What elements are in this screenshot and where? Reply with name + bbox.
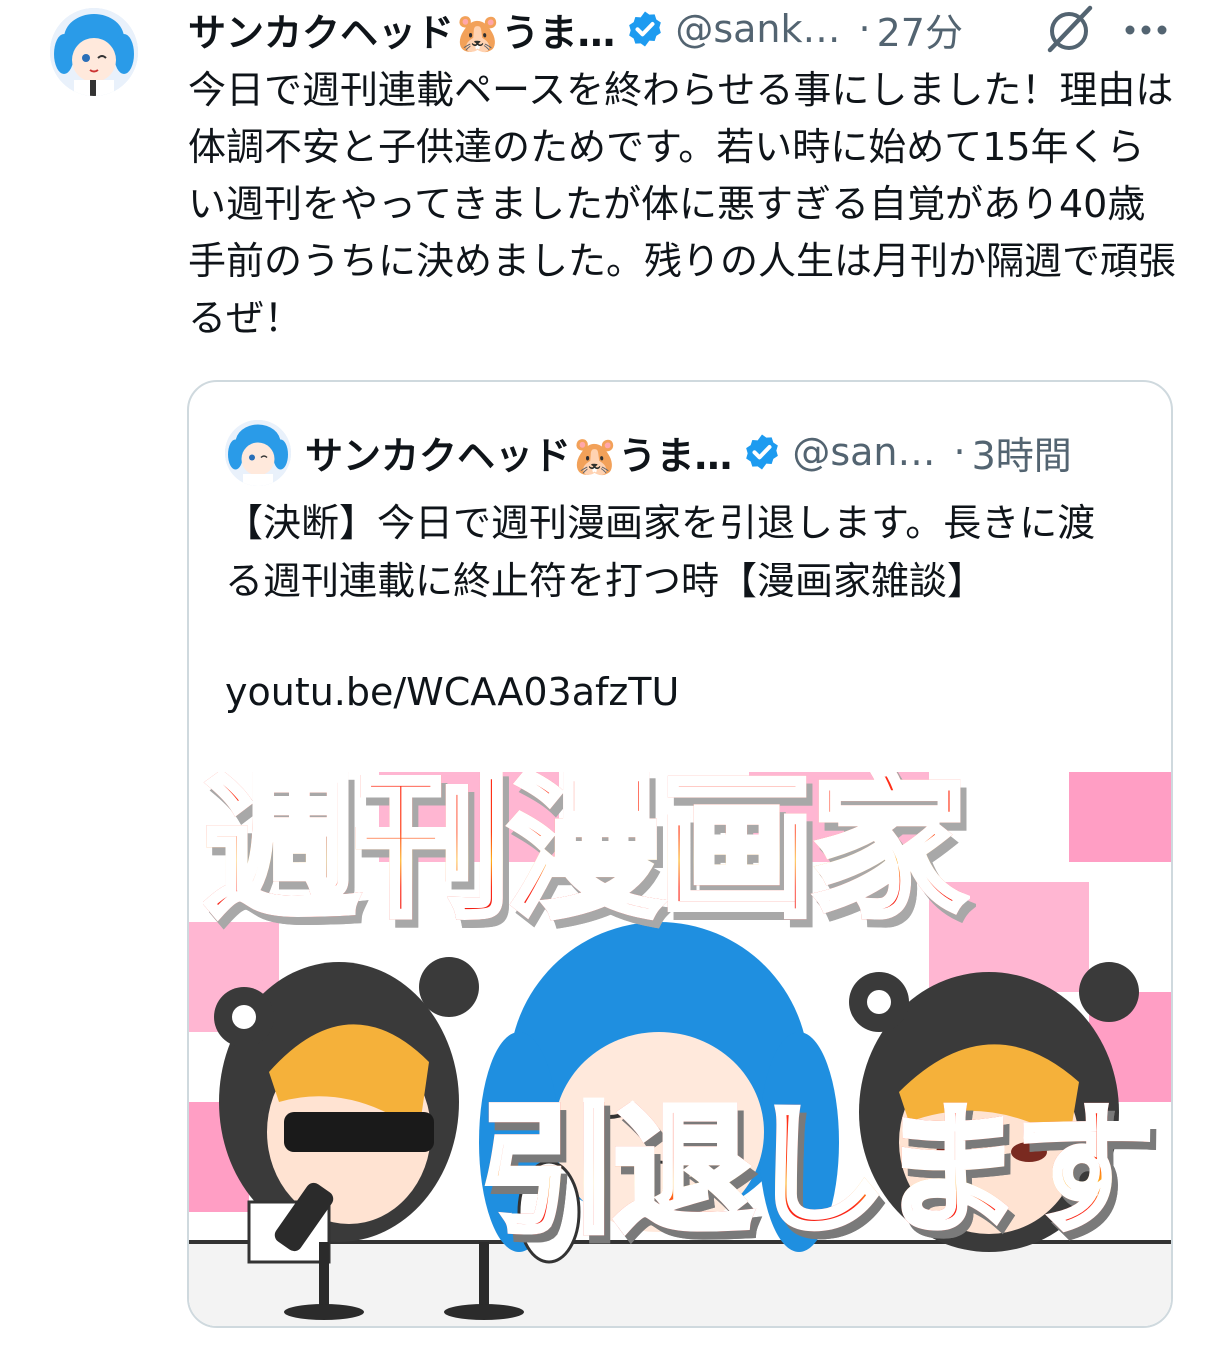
- author-name[interactable]: サンカクヘッド🐹うま…: [188, 2, 615, 57]
- video-thumbnail[interactable]: 週刊漫画家 引退します: [189, 772, 1171, 1326]
- tweet-text: 今日で週刊連載ペースを終わらせる事にしました！理由は体調不安と子供達のためです。…: [188, 68, 1177, 340]
- verified-badge-icon: [625, 9, 665, 49]
- tweet-header: サンカクヘッド🐹うま… @sank… · 27分: [188, 2, 1188, 56]
- quoted-author-avatar[interactable]: [225, 420, 291, 486]
- quoted-tweet-time: 3時間: [971, 433, 1072, 478]
- quoted-author-name: サンカクヘッド🐹うま…: [305, 433, 733, 478]
- separator-dot: ·: [858, 7, 871, 51]
- thumbnail-title-top: 週刊漫画家: [200, 772, 970, 939]
- separator-dot: ·: [953, 430, 966, 474]
- more-icon[interactable]: [1122, 6, 1170, 50]
- quoted-tweet-text: 【決断】今日で週刊漫画家を引退します。長きに渡る週刊連載に終止符を打つ時【漫画家…: [225, 501, 1096, 603]
- thumbnail-title-bottom: 引退します: [476, 1090, 1158, 1253]
- grok-icon[interactable]: [1042, 4, 1096, 54]
- quoted-tweet-card[interactable]: サンカクヘッド🐹うま… @san… · 3時間 【決断】今日で週刊漫画家を引退し…: [187, 380, 1173, 1328]
- quoted-author-handle: @san…: [792, 430, 936, 474]
- quoted-tweet-link[interactable]: youtu.be/WCAA03afzTU: [225, 670, 679, 714]
- author-handle[interactable]: @sank…: [675, 7, 840, 51]
- tweet-time[interactable]: 27分: [877, 2, 963, 57]
- quoted-tweet-header: サンカクヘッド🐹うま… @san… · 3時間: [305, 422, 1155, 482]
- verified-badge-icon: [742, 432, 782, 472]
- author-avatar[interactable]: [50, 8, 138, 96]
